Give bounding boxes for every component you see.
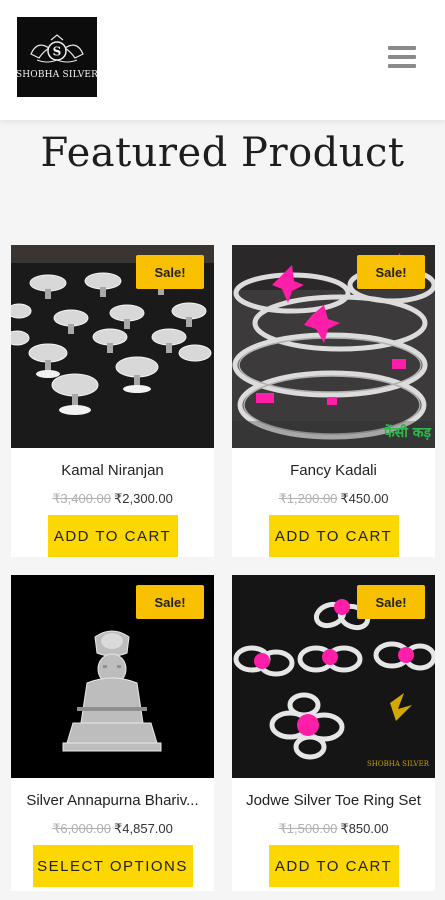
logo-text: SHOBHA SILVER	[15, 70, 99, 80]
old-price: ₹1,200.00	[278, 491, 338, 506]
add-to-cart-button[interactable]: ADD TO CART	[268, 845, 399, 887]
product-title[interactable]: Jodwe Silver Toe Ring Set	[232, 792, 435, 812]
sale-price: ₹4,857.00	[114, 821, 173, 836]
sale-badge: Sale!	[357, 585, 425, 619]
product-card[interactable]: Sale! Silver Annapurna Bhariv... ₹6,000.…	[11, 575, 214, 891]
product-image[interactable]: फेंसी कड़ Sale!	[232, 245, 435, 448]
old-price: ₹6,000.00	[52, 821, 111, 836]
product-image[interactable]: Sale!	[11, 245, 214, 448]
old-price: ₹3,400.00	[52, 491, 111, 506]
product-title[interactable]: Silver Annapurna Bhariv...	[11, 792, 214, 812]
product-image[interactable]: Sale!	[11, 575, 214, 778]
product-price: ₹1,200.00 ₹450.00	[232, 491, 435, 509]
product-price: ₹1,500.00 ₹850.00	[232, 821, 435, 839]
product-title[interactable]: Kamal Niranjan	[11, 462, 214, 482]
site-logo[interactable]: S SHOBHA SILVER	[15, 17, 99, 97]
logo-emblem-icon: S	[30, 34, 84, 63]
product-title[interactable]: Fancy Kadali	[232, 462, 435, 482]
product-card[interactable]: फेंसी कड़ Sale! Fancy Kadali ₹1,200.00 ₹4…	[232, 245, 435, 557]
image-watermark: SHOBHA SILVER	[367, 760, 429, 768]
menu-icon[interactable]	[388, 46, 416, 72]
section-title: Featured Product	[40, 130, 405, 176]
sale-badge: Sale!	[357, 255, 425, 289]
site-header: S SHOBHA SILVER	[0, 0, 445, 120]
sale-badge: Sale!	[136, 255, 204, 289]
svg-text:S: S	[53, 45, 62, 59]
sale-price: ₹850.00	[340, 821, 389, 836]
add-to-cart-button[interactable]: ADD TO CART	[268, 515, 399, 557]
add-to-cart-button[interactable]: ADD TO CART	[47, 515, 178, 557]
product-price: ₹6,000.00 ₹4,857.00	[11, 821, 214, 839]
product-price: ₹3,400.00 ₹2,300.00	[11, 491, 214, 509]
old-price: ₹1,500.00	[278, 821, 338, 836]
image-caption: फेंसी कड़	[384, 425, 431, 441]
sale-price: ₹450.00	[340, 491, 389, 506]
sale-price: ₹2,300.00	[114, 491, 173, 506]
product-card[interactable]: SHOBHA SILVER Sale! Jodwe Silver Toe Rin…	[232, 575, 435, 891]
select-options-button[interactable]: SELECT OPTIONS	[32, 845, 193, 887]
product-card[interactable]: Sale! Kamal Niranjan ₹3,400.00 ₹2,300.00 …	[11, 245, 214, 557]
sale-badge: Sale!	[136, 585, 204, 619]
product-image[interactable]: SHOBHA SILVER Sale!	[232, 575, 435, 778]
